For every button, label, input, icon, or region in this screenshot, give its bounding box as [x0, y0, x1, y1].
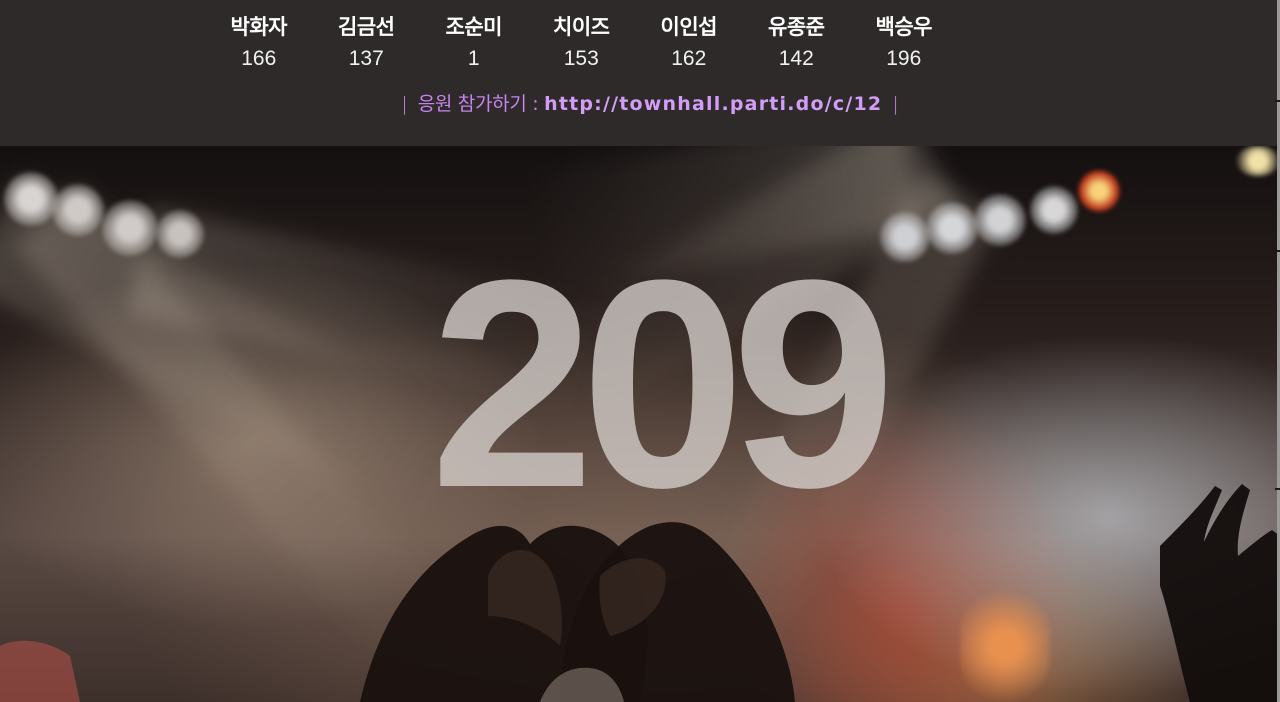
score-item: 이인섭 162	[635, 10, 743, 74]
score-item: 조순미 1	[420, 10, 528, 74]
score-item: 박화자 166	[205, 10, 313, 74]
score-name: 치이즈	[553, 15, 610, 39]
heart-hands-silhouette	[0, 484, 1280, 702]
join-cheer-link[interactable]: http://townhall.parti.do/c/12	[544, 93, 882, 115]
join-cheer-banner: | 응원 참가하기 : http://townhall.parti.do/c/12…	[0, 88, 1280, 120]
score-name: 이인섭	[660, 15, 718, 39]
score-count: 137	[348, 47, 384, 70]
score-count: 162	[671, 47, 707, 70]
score-count: 142	[778, 47, 814, 70]
score-header: 박화자 166 김금선 137 조순미 1 치이즈 153 이인섭 162 유종…	[0, 0, 1280, 146]
score-name: 백승우	[875, 15, 933, 39]
score-name: 유종준	[768, 15, 825, 39]
score-count: 166	[241, 47, 277, 70]
score-item: 백승우 196	[850, 10, 958, 74]
scrollbar-tick	[1275, 488, 1280, 490]
scrollbar-tick	[1275, 100, 1280, 102]
scrollbar-tick	[1275, 250, 1280, 252]
divider: |	[401, 93, 408, 115]
score-name: 조순미	[445, 15, 503, 39]
score-name: 박화자	[230, 15, 288, 39]
scoreboard: 박화자 166 김금선 137 조순미 1 치이즈 153 이인섭 162 유종…	[205, 10, 958, 74]
divider: |	[892, 93, 899, 115]
score-item: 김금선 137	[313, 10, 421, 74]
score-name: 김금선	[338, 15, 395, 39]
score-item: 유종준 142	[743, 10, 851, 74]
score-count: 196	[886, 47, 922, 70]
score-item: 치이즈 153	[528, 10, 636, 74]
score-count: 153	[563, 47, 599, 70]
concert-hero-image: 209	[0, 146, 1280, 702]
page: 박화자 166 김금선 137 조순미 1 치이즈 153 이인섭 162 유종…	[0, 0, 1280, 702]
score-count: 1	[467, 47, 480, 70]
join-cheer-label: 응원 참가하기 :	[417, 93, 545, 115]
